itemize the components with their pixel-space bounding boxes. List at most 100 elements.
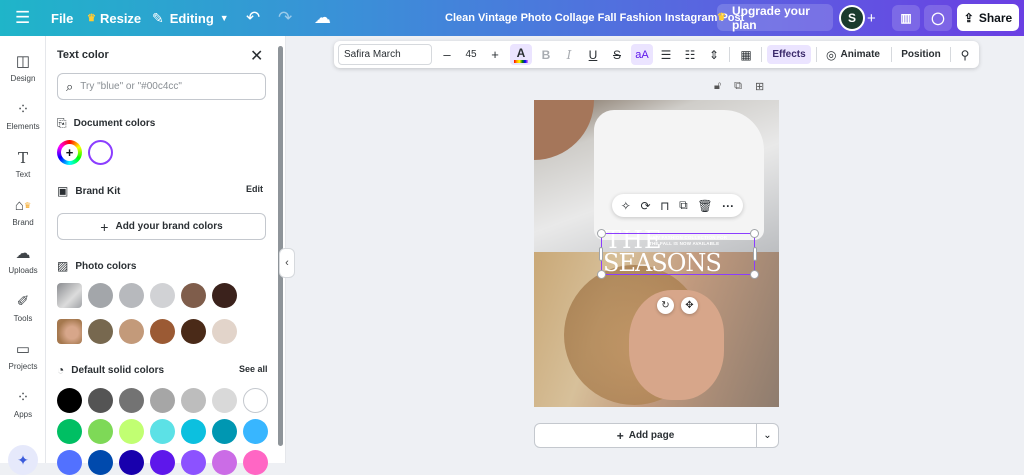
collapse-panel-button[interactable]: ‹ — [279, 248, 295, 278]
avatar[interactable]: S — [839, 5, 865, 31]
chevron-left-icon: ‹ — [285, 257, 289, 269]
insights-icon[interactable]: ▥ — [892, 5, 920, 31]
photo-thumbnail-1[interactable] — [57, 283, 82, 308]
default-color-swatch[interactable] — [212, 419, 237, 444]
redo-icon[interactable]: ↷ — [278, 0, 292, 36]
animate-button[interactable]: ◎ Animate — [823, 41, 883, 68]
more-options-icon[interactable]: ··· — [722, 199, 734, 213]
selection-box[interactable] — [597, 229, 759, 279]
photo-color-swatch[interactable] — [119, 283, 144, 308]
decrease-font-size-button[interactable]: – — [438, 41, 456, 68]
default-color-swatch[interactable] — [181, 388, 206, 413]
bold-icon[interactable]: B — [537, 41, 555, 68]
face-shape — [629, 290, 724, 400]
default-color-swatch[interactable] — [243, 419, 268, 444]
default-color-swatch[interactable] — [150, 419, 175, 444]
magic-edit-icon[interactable]: ✧ — [621, 199, 631, 213]
default-color-swatch[interactable] — [88, 388, 113, 413]
default-color-swatch[interactable] — [57, 419, 82, 444]
photo-color-swatch[interactable] — [150, 319, 175, 344]
rail-item-tools[interactable]: ✐ Tools — [0, 292, 46, 323]
transparency-icon[interactable]: ▦ — [737, 41, 755, 68]
default-color-swatch[interactable] — [119, 388, 144, 413]
photo-color-swatch[interactable] — [150, 283, 175, 308]
canvas-scrollbar[interactable] — [1018, 40, 1024, 463]
photo-color-swatch[interactable] — [119, 319, 144, 344]
document-title[interactable]: Clean Vintage Photo Collage Fall Fashion… — [445, 0, 744, 36]
photo-thumbnail-2[interactable] — [57, 319, 82, 344]
photo-color-swatch[interactable] — [88, 319, 113, 344]
lock-icon[interactable]: ⊓ — [660, 199, 669, 213]
brand-kit-edit-link[interactable]: Edit — [246, 184, 263, 194]
rail-item-projects[interactable]: ▭ Projects — [0, 340, 46, 371]
rotate-icon[interactable]: ↻ — [657, 297, 674, 314]
editing-mode-button[interactable]: ✎ Editing ▼ — [152, 0, 229, 36]
default-color-swatch[interactable] — [150, 388, 175, 413]
color-search-input[interactable]: ⌕ Try "blue" or "#00c4cc" — [57, 73, 266, 100]
strikethrough-icon[interactable]: S — [608, 41, 626, 68]
file-menu[interactable]: File — [51, 0, 73, 36]
add-collaborator-icon[interactable]: + — [867, 0, 876, 36]
document-color-swatch[interactable] — [88, 140, 113, 165]
default-color-swatch[interactable] — [181, 419, 206, 444]
resize-handle[interactable] — [597, 229, 606, 238]
upgrade-plan-button[interactable]: ♛ Upgrade your plan — [717, 4, 833, 32]
undo-icon[interactable]: ↶ — [246, 0, 260, 36]
effects-button[interactable]: Effects — [767, 45, 811, 64]
position-button[interactable]: Position — [898, 41, 944, 68]
italic-icon[interactable]: I — [560, 41, 578, 68]
list-icon[interactable]: ☷ — [681, 41, 699, 68]
add-page-icon[interactable]: ⊞ — [755, 80, 764, 93]
default-color-swatch[interactable] — [119, 419, 144, 444]
default-color-swatch[interactable] — [57, 388, 82, 413]
rail-item-apps[interactable]: ⁘ Apps — [0, 388, 46, 419]
hamburger-menu-icon[interactable]: ☰ — [15, 0, 30, 36]
resize-handle[interactable] — [597, 270, 606, 279]
add-color-button[interactable]: + — [57, 140, 82, 165]
comment-icon[interactable]: ◯ — [924, 5, 952, 31]
photo-color-swatch[interactable] — [181, 319, 206, 344]
duplicate-icon[interactable]: ⧉ — [679, 198, 688, 213]
magic-assistant-icon[interactable]: ✦ — [8, 445, 38, 475]
rail-item-design[interactable]: ◫ Design — [0, 52, 46, 83]
move-icon[interactable]: ✥ — [681, 297, 698, 314]
rail-item-elements[interactable]: ⁘ Elements — [0, 100, 46, 131]
resize-button[interactable]: ♛ Resize — [87, 0, 141, 36]
add-page-dropdown[interactable]: ⌄ — [757, 423, 779, 448]
resize-handle[interactable] — [750, 229, 759, 238]
photo-colors-heading: ▨ Photo colors — [57, 259, 136, 273]
delete-icon[interactable]: 🗑︎ — [697, 199, 712, 213]
share-button[interactable]: ⇪ Share — [957, 4, 1019, 31]
cloud-save-icon[interactable]: ☁ — [314, 0, 331, 36]
letter-case-icon[interactable]: aA — [631, 44, 653, 65]
add-page-button[interactable]: + Add page — [534, 423, 757, 448]
font-size-input[interactable]: 45 — [458, 41, 484, 68]
duplicate-page-icon[interactable]: ⧉ — [734, 80, 742, 93]
rail-item-text[interactable]: T Text — [0, 148, 46, 179]
photo-color-swatch[interactable] — [88, 283, 113, 308]
align-left-icon[interactable]: ☰ — [657, 41, 675, 68]
close-icon[interactable]: ✕ — [250, 46, 263, 66]
default-color-swatch[interactable] — [243, 388, 268, 413]
text-color-button[interactable]: A — [510, 44, 532, 65]
see-all-link[interactable]: See all — [239, 364, 268, 374]
increase-font-size-button[interactable]: + — [486, 41, 504, 68]
lock-icon[interactable]: 🔓︎ — [714, 80, 721, 93]
photo-color-swatch[interactable] — [181, 283, 206, 308]
panel-scrollbar[interactable] — [278, 46, 283, 446]
side-handle[interactable] — [753, 247, 757, 261]
default-color-swatch[interactable] — [88, 419, 113, 444]
add-brand-colors-button[interactable]: + Add your brand colors — [57, 213, 266, 240]
spacing-icon[interactable]: ⇕ — [705, 41, 723, 68]
comment-add-icon[interactable]: ⟳ — [640, 199, 650, 213]
default-color-swatch[interactable] — [212, 388, 237, 413]
rail-item-brand[interactable]: ⌂♛ Brand — [0, 196, 46, 227]
side-handle[interactable] — [599, 247, 603, 261]
photo-color-swatch[interactable] — [212, 319, 237, 344]
photo-color-swatch[interactable] — [212, 283, 237, 308]
underline-icon[interactable]: U — [584, 41, 602, 68]
copy-style-icon[interactable]: ⚲ — [956, 41, 974, 68]
resize-handle[interactable] — [750, 270, 759, 279]
font-family-select[interactable]: Safira March — [338, 44, 432, 65]
rail-item-uploads[interactable]: ☁ Uploads — [0, 244, 46, 275]
